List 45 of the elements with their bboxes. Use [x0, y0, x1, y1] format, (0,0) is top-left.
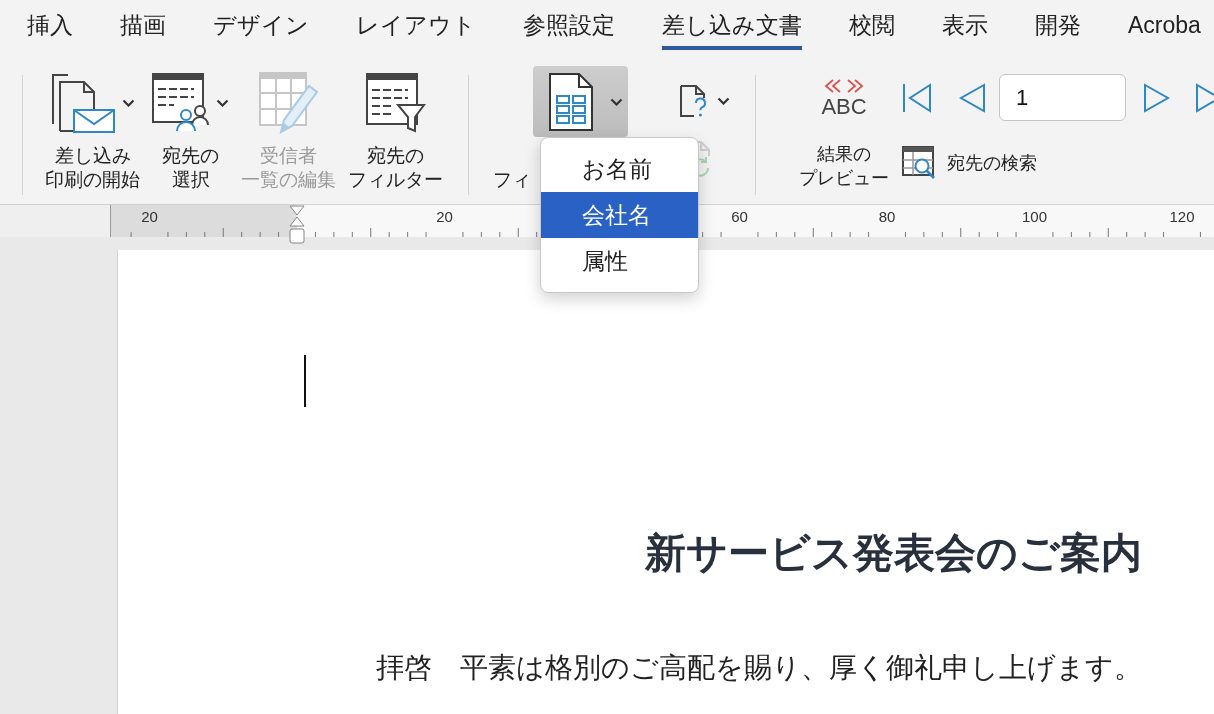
- tab[interactable]: 校閲: [849, 0, 895, 50]
- caret-icon[interactable]: [122, 99, 135, 107]
- tab[interactable]: 参照設定: [523, 0, 615, 50]
- tab[interactable]: 挿入: [27, 0, 73, 50]
- menu-item[interactable]: 属性: [541, 238, 698, 284]
- document-title: 新サービス発表会のご案内: [644, 529, 1142, 578]
- ruler-number: 100: [1022, 208, 1047, 225]
- caret-icon[interactable]: [610, 97, 623, 106]
- preview-results-button[interactable]: ABC 結果の プレビュー: [799, 78, 889, 190]
- text-cursor: [304, 355, 306, 407]
- ruler-number: 20: [436, 208, 453, 225]
- table-pencil-icon: [258, 72, 319, 134]
- find-recipient-button[interactable]: 宛先の検索: [902, 146, 1037, 180]
- field-button-label[interactable]: フィ: [493, 168, 531, 192]
- menu-item[interactable]: お名前: [541, 146, 698, 192]
- bar-left-triangle-icon[interactable]: [902, 81, 932, 114]
- tab[interactable]: 開発: [1035, 0, 1081, 50]
- documents-envelope-icon: [50, 72, 116, 134]
- double-chevrons-icon: [824, 78, 864, 94]
- ruler-number: 80: [878, 208, 896, 225]
- ruler-number: 120: [1169, 208, 1195, 225]
- table-people-icon: [152, 73, 210, 133]
- tab[interactable]: レイアウト: [356, 0, 476, 50]
- select-recipients-button[interactable]: 宛先の 選択: [152, 70, 229, 192]
- ruler-number: 20: [141, 208, 158, 225]
- indent-marker-icon[interactable]: [289, 205, 305, 245]
- menu-item[interactable]: 会社名: [541, 192, 698, 238]
- tab[interactable]: デザイン: [213, 0, 309, 50]
- tab[interactable]: 表示: [942, 0, 988, 50]
- caret-icon[interactable]: [216, 99, 229, 107]
- tab[interactable]: 描画: [120, 0, 166, 50]
- left-triangle-icon[interactable]: [958, 81, 986, 114]
- body-text: 拝啓 平素は格別のご高配を賜り、厚く御礼申し上げます。: [375, 651, 1142, 685]
- ruler-number: 60: [731, 208, 748, 225]
- document-grid-icon: [548, 71, 594, 132]
- table-magnifier-icon: [902, 146, 936, 180]
- right-triangle-icon[interactable]: [1143, 81, 1170, 114]
- merge-field-button[interactable]: [533, 66, 628, 137]
- filter-recipients-button[interactable]: 宛先の フィルター: [348, 70, 443, 192]
- table-funnel-icon: [365, 73, 426, 133]
- start-merge-button[interactable]: 差し込み 印刷の開始: [45, 70, 140, 192]
- caret-icon[interactable]: [717, 97, 730, 105]
- record-number-field[interactable]: 1: [999, 74, 1126, 121]
- document-question-icon[interactable]: [679, 84, 707, 118]
- tab[interactable]: Acroba: [1128, 0, 1201, 50]
